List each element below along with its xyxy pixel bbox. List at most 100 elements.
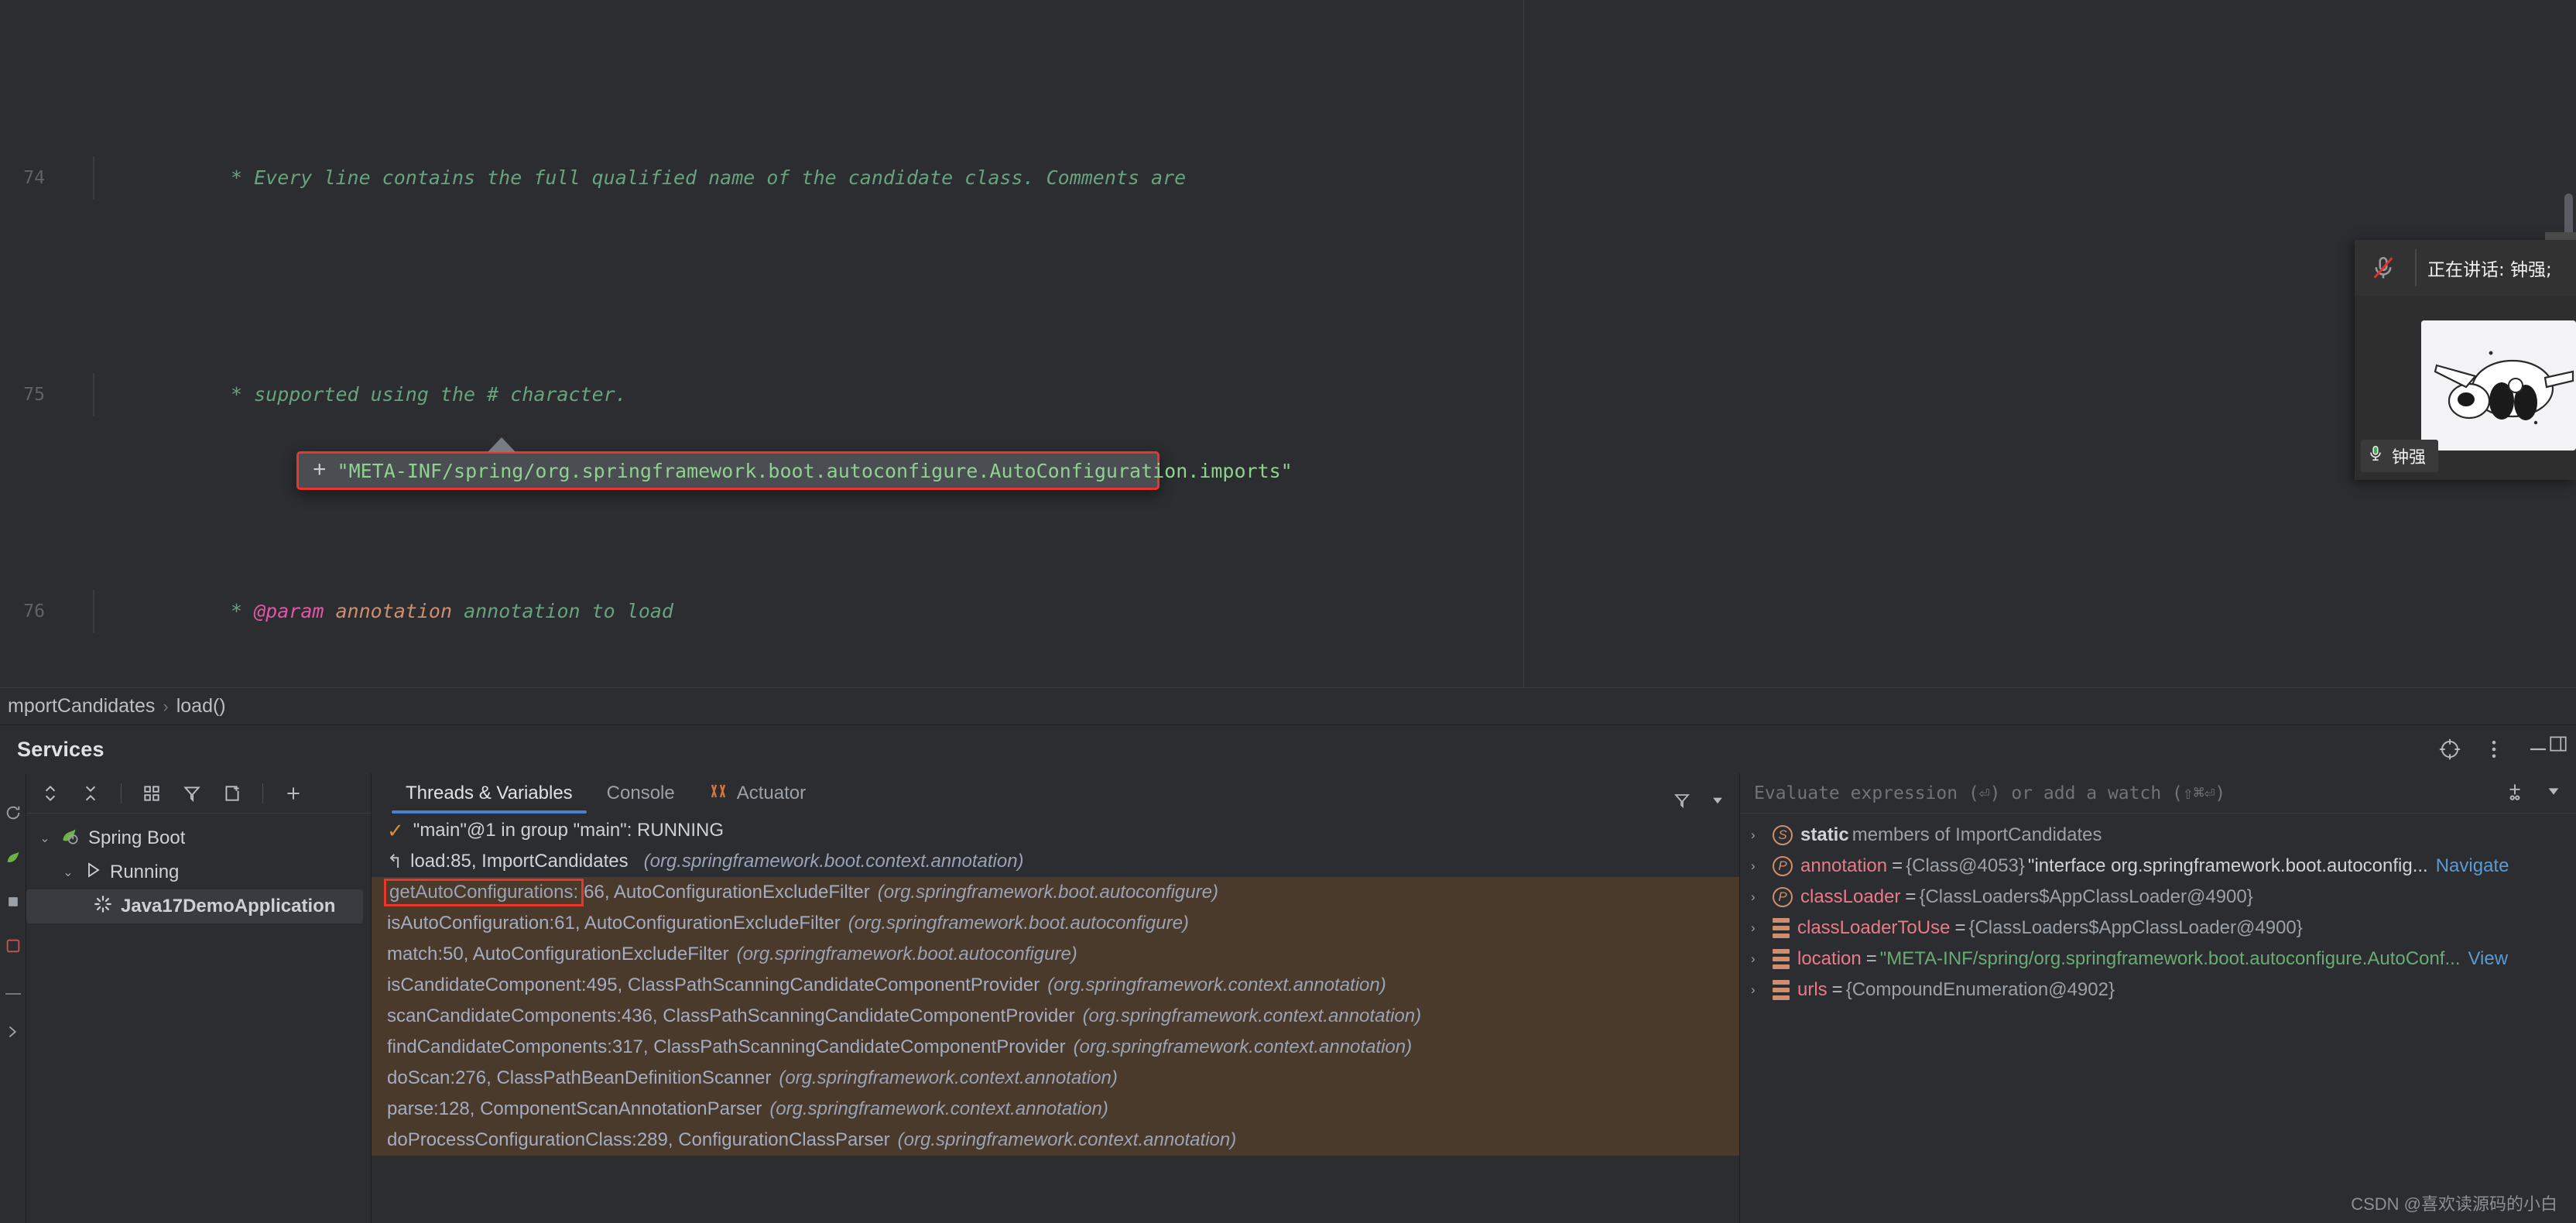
chevron-right-icon[interactable]: › [1751, 951, 1765, 967]
video-call-widget[interactable]: 正在讲话: 钟强; [2355, 240, 2576, 480]
code-line-74[interactable]: 74 * Every line contains the full qualif… [0, 156, 2576, 200]
code-line-76[interactable]: 76 * @param annotation annotation to loa… [0, 590, 2576, 633]
breadcrumb-class[interactable]: mportCandidates [0, 695, 163, 718]
video-stage[interactable]: 钟强 [2355, 296, 2576, 480]
frame-package: (org.springframework.boot.autoconfigure) [737, 944, 1077, 965]
frame-row[interactable]: scanCandidateComponents:436, ClassPathSc… [372, 1001, 1739, 1032]
tree-item-java17demoapplication[interactable]: Java17DemoApplication [26, 889, 363, 923]
frame-row[interactable]: parse:128, ComponentScanAnnotationParser… [372, 1094, 1739, 1125]
variable-name: urls [1797, 979, 1828, 1001]
thread-row[interactable]: ✓ "main"@1 in group "main": RUNNING [372, 815, 1739, 846]
filter-icon[interactable] [182, 783, 202, 803]
services-tool-window[interactable]: Services [0, 725, 2576, 1223]
evaluate-actions[interactable] [2505, 781, 2562, 805]
frame-row[interactable]: findCandidateComponents:317, ClassPathSc… [372, 1032, 1739, 1063]
chevron-down-icon[interactable]: ⌄ [60, 865, 76, 880]
frame-row[interactable]: isCandidateComponent:495, ClassPathScann… [372, 970, 1739, 1001]
variable-row-classloader[interactable]: › P classLoader = {ClassLoaders$AppClass… [1740, 882, 2576, 913]
split-panel-icon[interactable] [2548, 734, 2568, 758]
line-number: 74 [0, 156, 53, 200]
code-line-75[interactable]: 75 * supported using the # character. [0, 373, 2576, 416]
expand-collapse-icon[interactable] [40, 783, 60, 803]
debug-actions-strip[interactable] [0, 773, 26, 1223]
chevron-down-icon[interactable] [2545, 783, 2562, 803]
filter-frames-icon[interactable] [1673, 791, 1691, 814]
frame-name: doScan:276, ClassPathBeanDefinitionScann… [387, 1067, 771, 1089]
variable-row-static[interactable]: › S static members of ImportCandidates [1740, 820, 2576, 851]
minimize-icon[interactable] [2526, 738, 2550, 761]
frame-name: parse:128, ComponentScanAnnotationParser [387, 1098, 762, 1120]
services-tree[interactable]: ⌄ Spring Boot ⌄ [26, 814, 371, 923]
frames-toolbar[interactable] [1673, 791, 1739, 814]
new-tab-icon[interactable] [222, 783, 242, 803]
widget-drag-handle[interactable] [2545, 232, 2576, 240]
add-watch-icon[interactable] [2505, 781, 2525, 805]
group-icon[interactable] [142, 783, 162, 803]
variable-row-urls[interactable]: › urls = {CompoundEnumeration@4902} [1740, 975, 2576, 1005]
target-icon[interactable] [2438, 738, 2461, 761]
tab-threads-variables[interactable]: Threads & Variables [389, 773, 590, 814]
expand-plus-icon[interactable]: + [313, 458, 327, 481]
debugger-tabs[interactable]: Threads & Variables Console Actuator [372, 773, 1739, 814]
chevron-right-icon[interactable]: › [1751, 827, 1765, 843]
rerun-icon[interactable] [5, 804, 22, 826]
chevron-right-icon[interactable]: › [1751, 982, 1765, 998]
collapse-all-icon[interactable] [80, 783, 101, 803]
chevron-down-icon[interactable] [1710, 793, 1725, 812]
tab-actuator[interactable]: Actuator [692, 773, 823, 814]
frame-row[interactable]: isAutoConfiguration:61, AutoConfiguratio… [372, 908, 1739, 939]
console-chevron-icon[interactable] [5, 1023, 22, 1045]
frame-package: (org.springframework.boot.autoconfigure) [878, 882, 1218, 903]
navigate-link[interactable]: Navigate [2436, 855, 2509, 877]
chevron-down-icon[interactable]: ⌄ [37, 831, 53, 846]
frame-row-current[interactable]: ↰ load:85, ImportCandidates (org.springf… [372, 846, 1739, 877]
services-header-actions[interactable] [2438, 738, 2559, 761]
chevron-right-icon[interactable]: › [1751, 920, 1765, 936]
variable-row-annotation[interactable]: › P annotation = {Class@4053} "interface… [1740, 851, 2576, 882]
variable-name: location [1797, 948, 1862, 970]
code-editor[interactable]: 74 * Every line contains the full qualif… [0, 0, 2576, 687]
local-variable-badge-icon [1773, 949, 1790, 969]
chevron-right-icon[interactable]: › [1751, 889, 1765, 905]
services-tree-toolbar[interactable] [26, 773, 371, 814]
equals-sign: = [1905, 886, 1916, 908]
more-vertical-icon[interactable] [2491, 738, 2497, 761]
tree-item-running[interactable]: ⌄ Running [26, 855, 371, 889]
frame-row[interactable]: doScan:276, ClassPathBeanDefinitionScann… [372, 1063, 1739, 1094]
participant-name: 钟强 [2392, 444, 2426, 468]
debugger-center-panel[interactable]: Threads & Variables Console Actuator [372, 773, 1740, 1223]
thread-label: "main"@1 in group "main": RUNNING [413, 820, 724, 841]
view-link[interactable]: View [2468, 948, 2508, 970]
spring-boot-icon [60, 826, 80, 851]
value-tooltip-popup[interactable]: + "META-INF/spring/org.springframework.b… [296, 451, 1160, 490]
frames-list[interactable]: ✓ "main"@1 in group "main": RUNNING ↰ lo… [372, 814, 1739, 1223]
code-lines[interactable]: 74 * Every line contains the full qualif… [0, 0, 2576, 687]
tab-label: Console [607, 783, 675, 804]
stop-red-icon[interactable] [5, 937, 22, 959]
variables-panel[interactable]: Evaluate expression (⏎) or add a watch (… [1740, 773, 2576, 1223]
variable-name: static [1800, 824, 1849, 846]
static-badge-icon: S [1773, 825, 1793, 845]
tree-item-spring-boot[interactable]: ⌄ Spring Boot [26, 821, 371, 855]
spring-leaf-icon[interactable] [5, 849, 22, 871]
breadcrumb-method[interactable]: load() [169, 695, 234, 718]
pause-stop-icon[interactable] [5, 894, 21, 914]
status-divider [2415, 249, 2417, 286]
mic-muted-icon[interactable] [2362, 255, 2404, 281]
variable-name: annotation [1800, 855, 1887, 877]
evaluate-expression-bar[interactable]: Evaluate expression (⏎) or add a watch (… [1740, 773, 2576, 814]
variable-row-classloadertouse[interactable]: › classLoaderToUse = {ClassLoaders$AppCl… [1740, 913, 2576, 944]
tab-console[interactable]: Console [590, 773, 692, 814]
add-icon[interactable] [283, 783, 303, 803]
frame-row[interactable]: doProcessConfigurationClass:289, Configu… [372, 1125, 1739, 1156]
participant-video-thumbnail[interactable] [2421, 320, 2576, 450]
variables-list[interactable]: › S static members of ImportCandidates ›… [1740, 814, 2576, 1005]
breadcrumb[interactable]: mportCandidates › load() [0, 687, 2576, 725]
chevron-right-icon[interactable]: › [1751, 858, 1765, 874]
services-tree-panel[interactable]: ⌄ Spring Boot ⌄ [26, 773, 372, 1223]
variable-row-location[interactable]: › location = "META-INF/spring/org.spring… [1740, 944, 2576, 975]
tree-item-label: Java17DemoApplication [121, 896, 335, 917]
frame-row[interactable]: match:50, AutoConfigurationExcludeFilter… [372, 939, 1739, 970]
frame-row-selected[interactable]: getAutoConfigurations:66, AutoConfigurat… [372, 877, 1739, 908]
frame-name: isCandidateComponent:495, ClassPathScann… [387, 975, 1040, 996]
